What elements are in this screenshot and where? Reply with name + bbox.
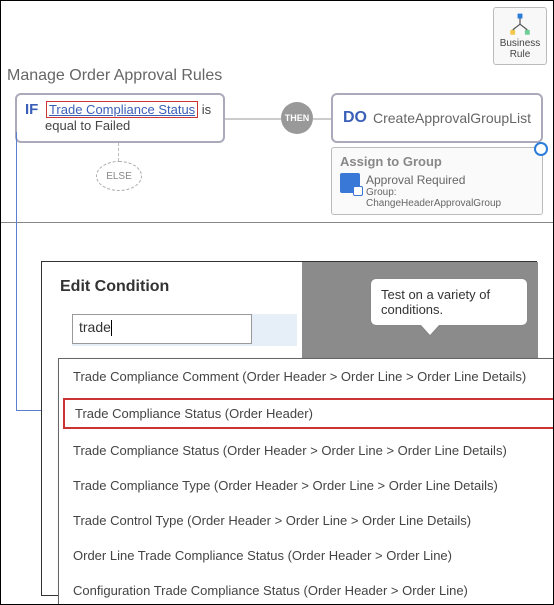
attribute-dropdown[interactable]: Trade Compliance Comment (Order Header >… — [58, 358, 554, 605]
condition-attribute-highlight[interactable]: Trade Compliance Status — [46, 101, 198, 118]
attribute-search-wrap: trade — [72, 314, 297, 346]
do-action-box[interactable]: DO CreateApprovalGroupList — [331, 93, 543, 143]
then-connector-line — [225, 118, 281, 120]
edit-condition-panel: Edit Condition trade Test on a variety o… — [41, 261, 537, 596]
assign-line-1: Approval Required — [366, 173, 534, 187]
dropdown-item[interactable]: Trade Compliance Type (Order Header > Or… — [59, 468, 554, 503]
text-cursor-icon — [111, 320, 112, 336]
edit-condition-title: Edit Condition — [60, 278, 169, 296]
dropdown-item[interactable]: Trade Compliance Status (Order Header > … — [59, 433, 554, 468]
hint-tooltip: Test on a variety of conditions. — [370, 278, 528, 326]
attribute-search-input[interactable]: trade — [72, 314, 252, 344]
screenshot-root: Manage Order Approval Rules Business Rul… — [0, 0, 554, 605]
flowchart-icon — [507, 12, 533, 38]
condition-text-2: equal to Failed — [45, 118, 215, 133]
do-action-name: CreateApprovalGroupList — [373, 110, 531, 126]
assign-header: Assign to Group — [340, 154, 534, 169]
else-node[interactable]: ELSE — [96, 161, 142, 191]
dropdown-item[interactable]: Trade Compliance Comment (Order Header >… — [59, 359, 554, 394]
do-keyword: DO — [343, 109, 367, 127]
dropdown-item[interactable]: Trade Control Type (Order Header > Order… — [59, 503, 554, 538]
dropdown-item-selected[interactable]: Trade Compliance Status (Order Header) — [61, 396, 554, 431]
page-title: Manage Order Approval Rules — [7, 67, 222, 85]
callout-line-vertical — [16, 132, 18, 410]
then-connector-line-2 — [313, 118, 331, 120]
assign-to-group-box[interactable]: Assign to Group Approval Required Group:… — [331, 147, 543, 215]
else-connector — [118, 143, 119, 161]
rule-diagram-panel: Manage Order Approval Rules Business Rul… — [1, 1, 553, 223]
then-node: THEN — [281, 102, 313, 134]
condition-text-1: is — [202, 102, 211, 117]
group-icon — [340, 173, 360, 193]
assign-line-2: Group: ChangeHeaderApprovalGroup — [366, 187, 534, 209]
search-value-text: trade — [79, 319, 111, 335]
if-condition-box[interactable]: IF Trade Compliance Status is equal to F… — [15, 93, 225, 143]
business-rule-label-1: Business — [500, 38, 541, 49]
connector-port-icon — [534, 142, 548, 156]
business-rule-label-2: Rule — [510, 49, 531, 60]
dropdown-item[interactable]: Order Line Trade Compliance Status (Orde… — [59, 538, 554, 573]
business-rule-button[interactable]: Business Rule — [493, 7, 547, 65]
if-keyword: IF — [25, 101, 38, 118]
dropdown-item[interactable]: Configuration Trade Compliance Status (O… — [59, 573, 554, 605]
